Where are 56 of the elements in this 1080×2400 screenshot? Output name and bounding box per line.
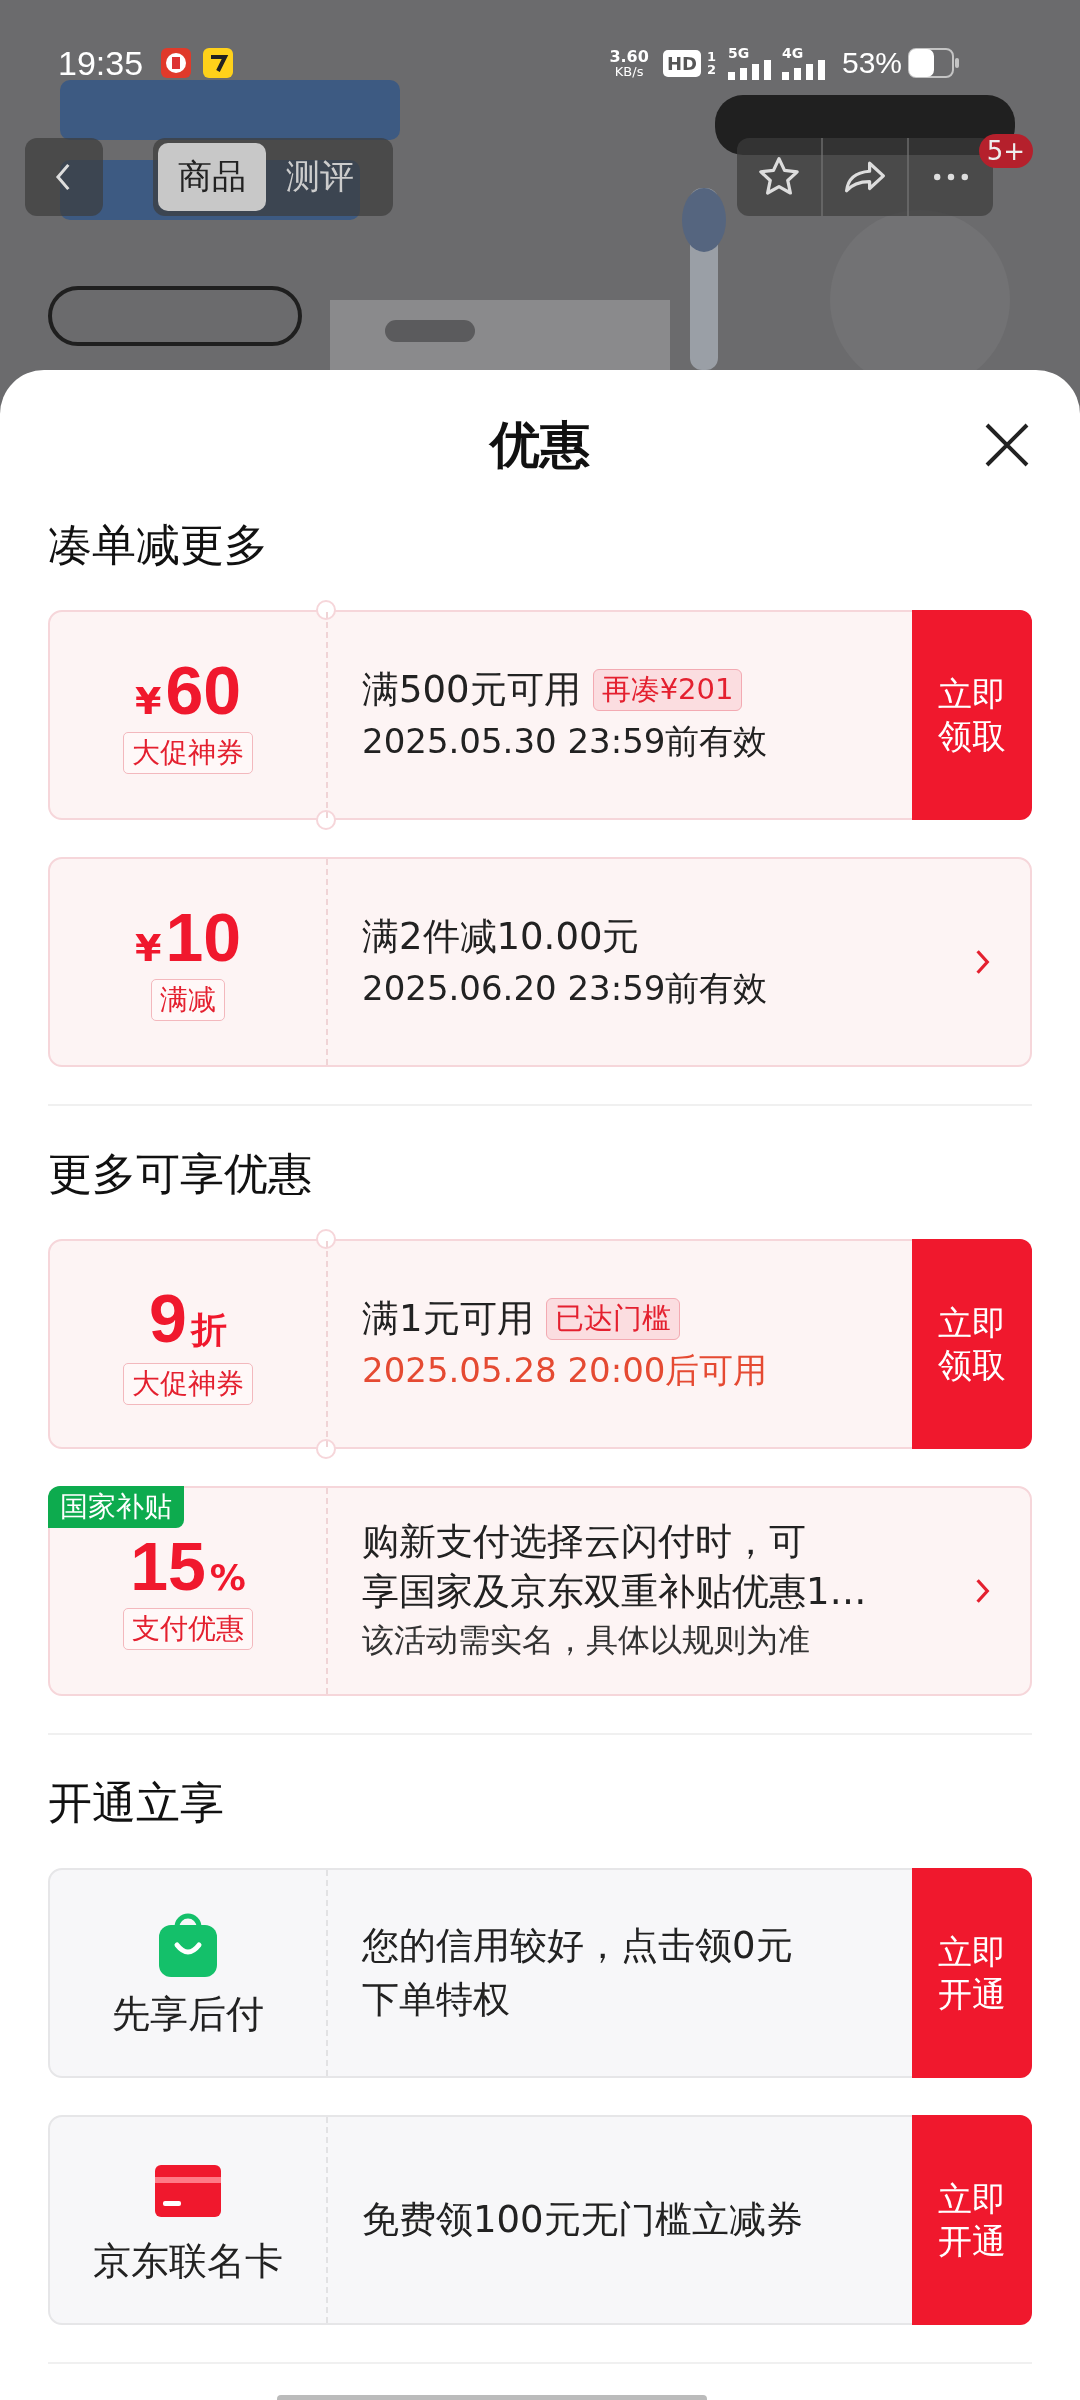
service-name: 京东联名卡: [93, 2237, 283, 2285]
description-text: 免费领100元无门槛立减券: [362, 2197, 804, 2244]
signal-icon: [727, 60, 772, 80]
description-text: 下单特权: [362, 1977, 511, 2023]
subsidy-tag: 国家补贴: [48, 1486, 184, 1528]
validity-text: 2025.05.28 20:00后可用: [362, 1349, 769, 1392]
discount-unit: 折: [190, 1307, 227, 1352]
battery-percent: 53%: [841, 46, 902, 80]
condition-text: 满500元可用: [362, 667, 581, 713]
discount-unit: %: [209, 1557, 246, 1598]
discount-amount: 60: [165, 656, 242, 724]
battery-icon: [908, 48, 960, 78]
condition-text: 满2件减10.00元: [362, 914, 640, 960]
validity-text: 2025.05.30 23:59前有效: [362, 720, 769, 763]
chevron-right-icon[interactable]: [974, 1577, 992, 1605]
section-title: 更多可享优惠: [48, 1149, 313, 1199]
sheet-title: 优惠: [490, 414, 590, 476]
signal-icon: [781, 60, 826, 80]
claim-button[interactable]: 立即开通: [912, 1868, 1032, 2078]
chevron-right-icon[interactable]: [974, 948, 992, 976]
sim-number: 1: [706, 50, 716, 63]
status-tag: 已达门槛: [545, 1298, 680, 1340]
discount-amount: 10: [165, 903, 242, 971]
app-icon: [203, 48, 234, 78]
section-title: 开通立享: [48, 1778, 225, 1828]
coupon-type-tag: 大促神券: [123, 1362, 253, 1405]
discount-amount: 15: [130, 1532, 206, 1600]
coupon-type-tag: 满减: [151, 979, 225, 1021]
coupon-type-tag: 支付优惠: [123, 1608, 253, 1650]
claim-button[interactable]: 立即领取: [912, 610, 1032, 820]
condition-text: 满1元可用: [362, 1296, 534, 1342]
service-name: 先享后付: [112, 1990, 264, 2038]
note-text: 该活动需实名，具体以规则为准: [362, 1620, 811, 1662]
claim-button[interactable]: 立即领取: [912, 1239, 1032, 1449]
notification-badge: 5+: [978, 134, 1033, 168]
tab[interactable]: 商品: [158, 143, 266, 211]
condition-text: 享国家及京东双重补贴优惠1…: [362, 1569, 868, 1615]
section-title: 凑单减更多: [48, 520, 269, 570]
claim-button[interactable]: 立即开通: [912, 2115, 1032, 2325]
bank-card-icon: [153, 2162, 223, 2219]
description-text: 您的信用较好，点击领0元: [362, 1923, 794, 1970]
speed-unit: KB/s: [614, 64, 644, 78]
discount-amount: 9: [149, 1283, 187, 1352]
sim-number: 2: [706, 63, 716, 76]
network-speed: 3.60: [609, 48, 649, 65]
network-type: 4G: [781, 46, 804, 60]
status-tag: 再凑¥201: [592, 669, 743, 711]
clock: 19:35: [58, 43, 144, 83]
coupon-type-tag: 大促神券: [123, 732, 253, 774]
currency-symbol: ¥: [134, 679, 162, 723]
currency-symbol: ¥: [134, 926, 162, 970]
condition-text: 购新支付选择云闪付时，可: [362, 1518, 807, 1565]
app-icon: [161, 48, 192, 78]
network-type: 5G: [727, 46, 750, 60]
validity-text: 2025.06.20 23:59前有效: [362, 967, 769, 1010]
tab[interactable]: 测评: [266, 143, 374, 211]
